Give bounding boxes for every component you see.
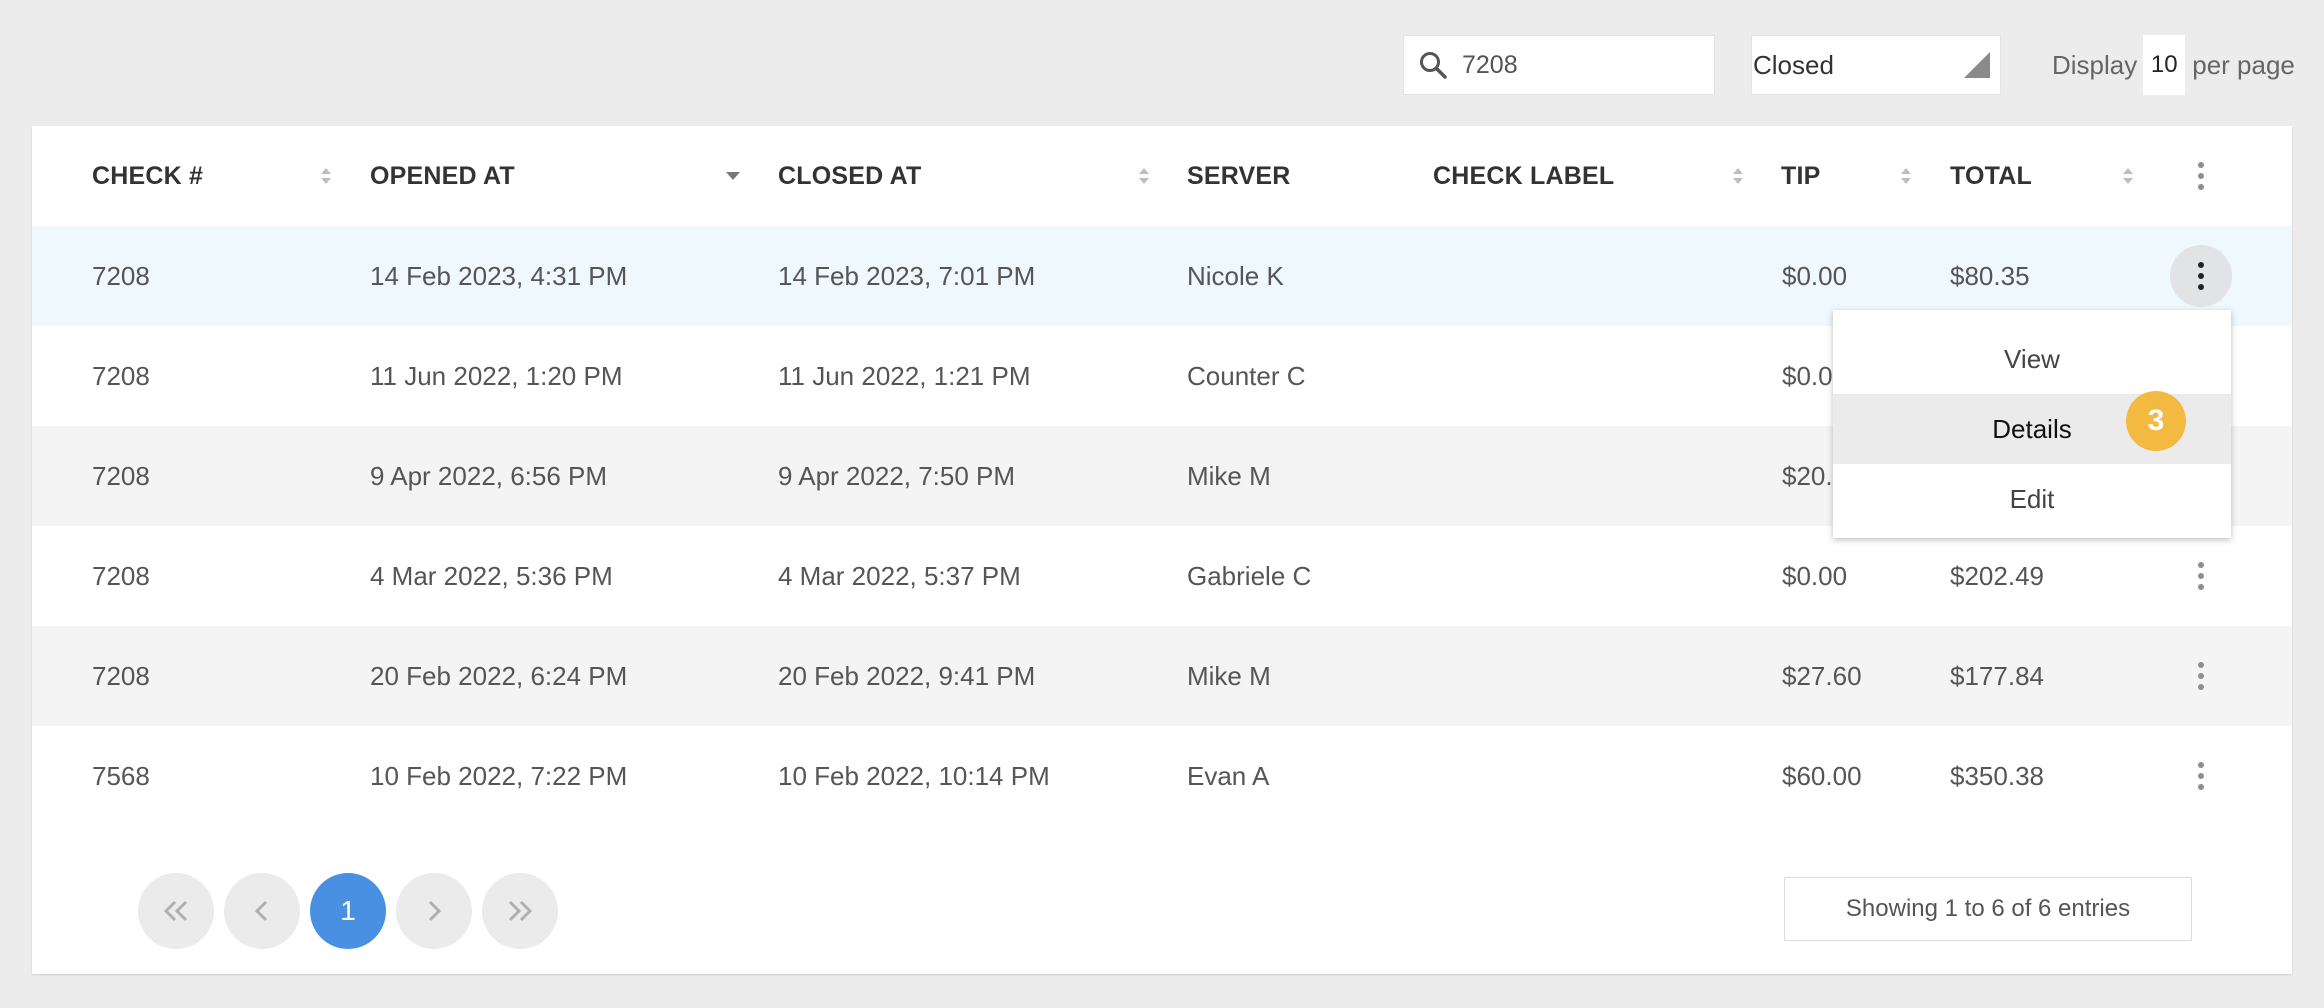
sort-icon[interactable] [2122,166,2134,186]
cell-tip: $0.00 [1782,560,1848,591]
dropdown-corner-icon [1964,52,1990,78]
cell-tip: $20. [1782,460,1833,491]
first-page-button[interactable] [138,873,214,949]
cell-check-number: 7208 [92,460,150,491]
row-actions-icon[interactable] [2170,645,2232,707]
status-filter-value: Closed [1753,49,1834,80]
row-actions-icon[interactable] [2170,745,2232,807]
cell-total: $350.38 [1950,760,2044,791]
cell-server: Nicole K [1187,260,1284,291]
display-label: Display [2052,49,2138,80]
cell-server: Counter C [1187,360,1306,391]
cell-server: Gabriele C [1187,560,1312,591]
table-row[interactable]: 7208 20 Feb 2022, 6:24 PM 20 Feb 2022, 9… [32,626,2292,726]
sort-icon[interactable] [1732,166,1744,186]
entries-summary: Showing 1 to 6 of 6 entries [1784,877,2192,941]
per-page-input[interactable]: 10 [2143,35,2186,95]
last-page-button[interactable] [482,873,558,949]
sort-icon[interactable] [320,166,332,186]
cell-total: $202.49 [1950,560,2044,591]
row-actions-icon[interactable] [2170,545,2232,607]
page-button-current[interactable]: 1 [310,873,386,949]
next-page-button[interactable] [396,873,472,949]
column-header-total[interactable]: TOTAL [1950,126,2032,226]
cell-check-number: 7208 [92,660,150,691]
cell-closed-at: 9 Apr 2022, 7:50 PM [778,460,1016,491]
cell-check-number: 7208 [92,560,150,591]
search-input[interactable] [1462,50,1692,80]
column-header-closed-at[interactable]: CLOSED AT [778,126,921,226]
cell-opened-at: 9 Apr 2022, 6:56 PM [370,460,608,491]
menu-item-view[interactable]: View [1833,324,2231,394]
table-row[interactable]: 7568 10 Feb 2022, 7:22 PM 10 Feb 2022, 1… [32,726,2292,826]
table-row[interactable]: 7208 4 Mar 2022, 5:36 PM 4 Mar 2022, 5:3… [32,526,2292,626]
cell-opened-at: 14 Feb 2023, 4:31 PM [370,260,628,291]
cell-opened-at: 20 Feb 2022, 6:24 PM [370,660,628,691]
cell-check-number: 7568 [92,760,150,791]
cell-server: Mike M [1187,460,1271,491]
column-header-check-label[interactable]: CHECK LABEL [1433,126,1614,226]
double-chevron-left-icon [163,900,188,922]
cell-closed-at: 4 Mar 2022, 5:37 PM [778,560,1021,591]
cell-opened-at: 11 Jun 2022, 1:20 PM [370,360,623,391]
status-filter-select[interactable]: Closed [1751,35,2001,95]
row-actions-icon[interactable] [2170,245,2232,307]
table-header: CHECK # OPENED AT CLOSED AT SERVER CHECK… [32,126,2292,226]
search-box[interactable] [1403,35,1715,95]
cell-tip: $0.0 [1782,360,1833,391]
previous-page-button[interactable] [224,873,300,949]
cell-closed-at: 10 Feb 2022, 10:14 PM [778,760,1050,791]
chevron-left-icon [254,900,268,922]
cell-check-number: 7208 [92,260,150,291]
cell-server: Mike M [1187,660,1271,691]
column-header-check[interactable]: CHECK # [92,126,203,226]
page-size-control: Display 10 per page [2052,35,2295,95]
sort-desc-icon[interactable] [725,170,741,182]
menu-item-edit[interactable]: Edit [1833,464,2231,534]
cell-closed-at: 11 Jun 2022, 1:21 PM [778,360,1031,391]
cell-server: Evan A [1187,760,1270,791]
table-toolbar: Closed Display 10 per page [0,0,2324,126]
per-page-label: per page [2192,49,2295,80]
cell-closed-at: 20 Feb 2022, 9:41 PM [778,660,1036,691]
cell-opened-at: 10 Feb 2022, 7:22 PM [370,760,628,791]
checks-table-card: CHECK # OPENED AT CLOSED AT SERVER CHECK… [32,126,2292,974]
search-icon [1420,52,1447,79]
cell-tip: $27.60 [1782,660,1862,691]
sort-icon[interactable] [1138,166,1150,186]
column-options-icon[interactable] [2170,145,2232,207]
step-badge: 3 [2126,391,2186,451]
column-header-server: SERVER [1187,161,1291,190]
cell-opened-at: 4 Mar 2022, 5:36 PM [370,560,613,591]
double-chevron-right-icon [508,900,533,922]
cell-check-number: 7208 [92,360,150,391]
sort-icon[interactable] [1900,166,1912,186]
chevron-right-icon [428,900,442,922]
cell-total: $177.84 [1950,660,2044,691]
cell-tip: $60.00 [1782,760,1862,791]
column-header-opened-at[interactable]: OPENED AT [370,126,515,226]
cell-closed-at: 14 Feb 2023, 7:01 PM [778,260,1036,291]
column-header-tip[interactable]: TIP [1781,126,1821,226]
